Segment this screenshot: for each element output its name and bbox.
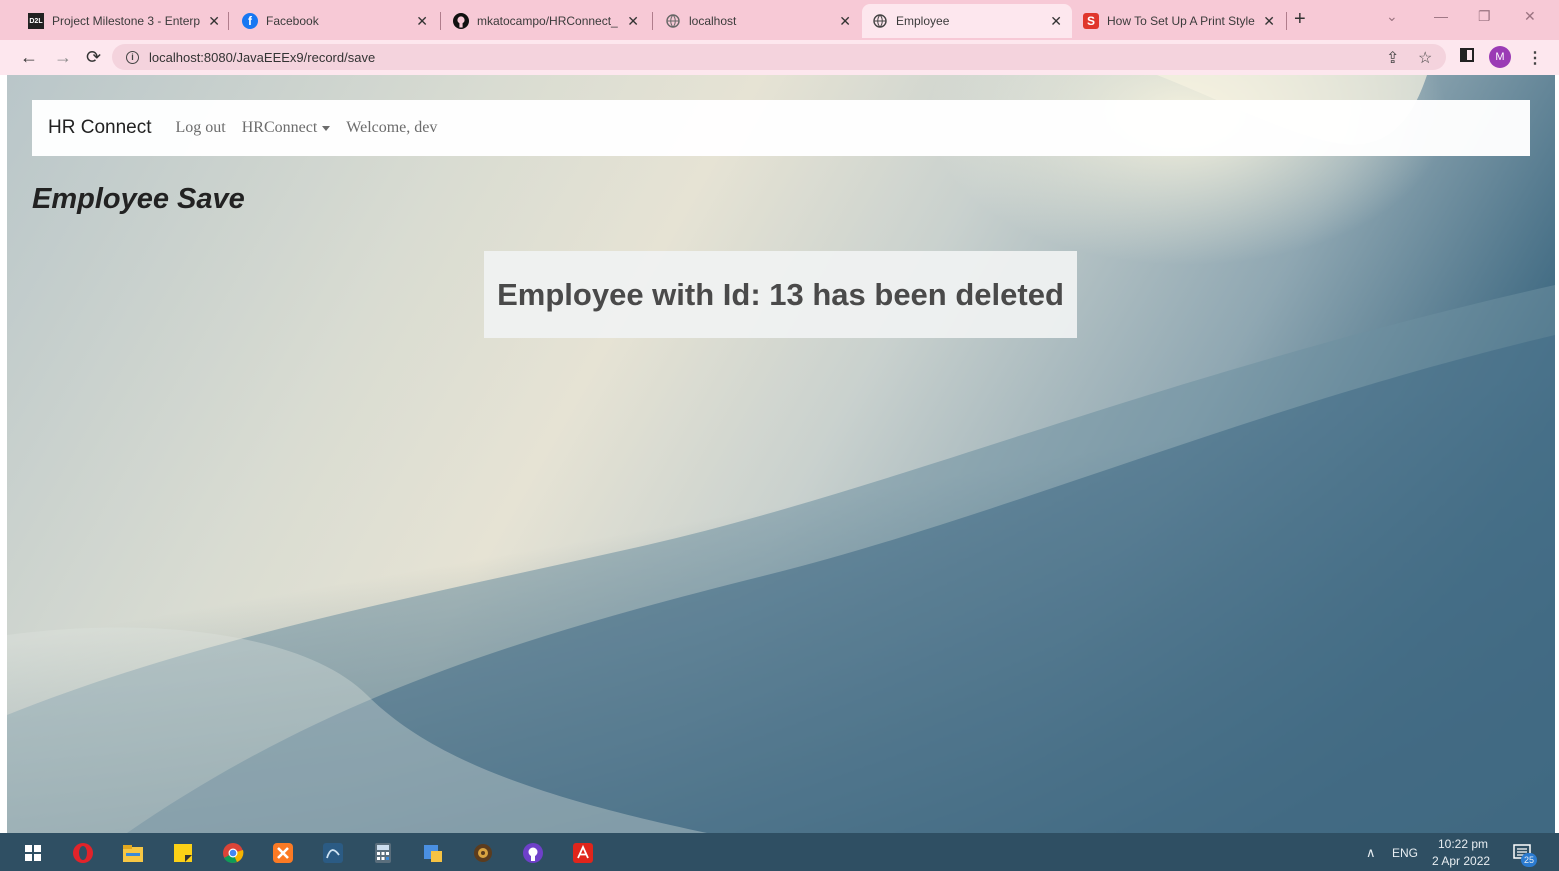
notification-count-badge: 25 (1521, 853, 1537, 867)
globe-icon (872, 13, 888, 29)
paint-icon[interactable] (422, 842, 444, 864)
back-arrow-icon[interactable]: ← (20, 47, 38, 68)
tab-print-style[interactable]: S How To Set Up A Print Style ✕ (1073, 4, 1285, 38)
bookmark-star-icon[interactable]: ☆ (1418, 48, 1432, 68)
dropdown-label: HRConnect (241, 119, 318, 136)
tab-label: Employee (896, 14, 950, 28)
d2l-icon: D2L (28, 13, 44, 29)
tray-chevron-up-icon[interactable]: ∧ (1366, 845, 1376, 861)
close-icon[interactable]: ✕ (627, 13, 639, 30)
close-icon[interactable]: ✕ (1050, 13, 1062, 30)
page-viewport: HR Connect Log out HRConnect Welcome, de… (7, 75, 1555, 833)
tab-label: Facebook (266, 14, 319, 28)
sticky-notes-icon[interactable] (172, 842, 194, 864)
tab-separator (1286, 12, 1287, 30)
chrome-icon[interactable] (222, 842, 244, 864)
opera-icon[interactable] (72, 842, 94, 864)
facebook-icon: f (242, 13, 258, 29)
site-info-icon[interactable]: i (126, 50, 139, 64)
tab-github[interactable]: mkatocampo/HRConnect_ ✕ (443, 4, 649, 38)
logout-link[interactable]: Log out (176, 119, 226, 137)
close-icon[interactable]: ✕ (839, 13, 851, 30)
share-icon[interactable]: ⇪ (1386, 48, 1399, 68)
shopify-s-icon: S (1083, 13, 1099, 29)
adobe-acrobat-icon[interactable] (572, 842, 594, 864)
tab-project-milestone[interactable]: D2L Project Milestone 3 - Enterp ✕ (18, 4, 230, 38)
browser-toolbar: ← → ⟳ i localhost:8080/JavaEEEx9/record/… (0, 40, 1559, 75)
status-message: Employee with Id: 13 has been deleted (484, 251, 1077, 338)
tab-separator (440, 12, 441, 30)
globe-icon (665, 13, 681, 29)
tab-label: mkatocampo/HRConnect_ (477, 14, 618, 28)
app-navbar: HR Connect Log out HRConnect Welcome, de… (32, 100, 1530, 156)
calculator-icon[interactable] (372, 842, 394, 864)
xampp-icon[interactable] (272, 842, 294, 864)
close-icon[interactable]: ✕ (1263, 13, 1275, 30)
minimize-icon[interactable]: — (1434, 8, 1448, 24)
address-bar[interactable]: i localhost:8080/JavaEEEx9/record/save (112, 44, 1446, 70)
profile-avatar[interactable]: M (1489, 46, 1511, 68)
page-title: Employee Save (32, 183, 245, 215)
close-icon[interactable]: ✕ (208, 13, 220, 30)
window-close-icon[interactable]: ✕ (1524, 8, 1536, 25)
clock-time[interactable]: 10:22 pm (1438, 837, 1488, 851)
gear-app-icon[interactable] (472, 842, 494, 864)
welcome-text: Welcome, dev (346, 119, 438, 136)
new-tab-plus-icon[interactable]: + (1294, 8, 1306, 31)
side-panel-icon[interactable] (1460, 48, 1474, 62)
reload-icon[interactable]: ⟳ (86, 47, 101, 68)
windows-taskbar: ∧ ENG 10:22 pm 2 Apr 2022 25 (0, 833, 1559, 871)
status-message-text: Employee with Id: 13 has been deleted (497, 276, 1064, 312)
tab-label: localhost (689, 14, 737, 28)
tab-label: Project Milestone 3 - Enterp (52, 14, 201, 28)
tab-search-chevron-icon[interactable]: ⌄ (1386, 8, 1398, 25)
github-icon (453, 13, 469, 29)
restore-icon[interactable]: ❐ (1478, 8, 1491, 25)
tab-label: How To Set Up A Print Style (1107, 14, 1255, 28)
language-indicator[interactable]: ENG (1392, 846, 1418, 860)
tab-separator (228, 12, 229, 30)
browser-tab-strip: D2L Project Milestone 3 - Enterp ✕ f Fac… (0, 0, 1559, 40)
clock-date[interactable]: 2 Apr 2022 (1432, 854, 1490, 868)
navbar-brand[interactable]: HR Connect (48, 117, 152, 139)
kebab-menu-icon[interactable]: ⋮ (1527, 48, 1543, 68)
mysql-workbench-icon[interactable] (322, 842, 344, 864)
close-icon[interactable]: ✕ (416, 13, 428, 30)
tab-localhost[interactable]: localhost ✕ (655, 4, 861, 38)
windows-start-icon[interactable] (22, 842, 44, 864)
hrconnect-dropdown[interactable]: HRConnect (242, 119, 331, 137)
tab-facebook[interactable]: f Facebook ✕ (232, 4, 438, 38)
url-text: localhost:8080/JavaEEEx9/record/save (149, 49, 376, 65)
caret-down-icon (322, 125, 331, 131)
github-desktop-icon[interactable] (522, 842, 544, 864)
forward-arrow-icon[interactable]: → (54, 47, 72, 68)
tab-separator (652, 12, 653, 30)
file-explorer-icon[interactable] (122, 842, 144, 864)
tab-employee[interactable]: Employee ✕ (862, 4, 1072, 38)
